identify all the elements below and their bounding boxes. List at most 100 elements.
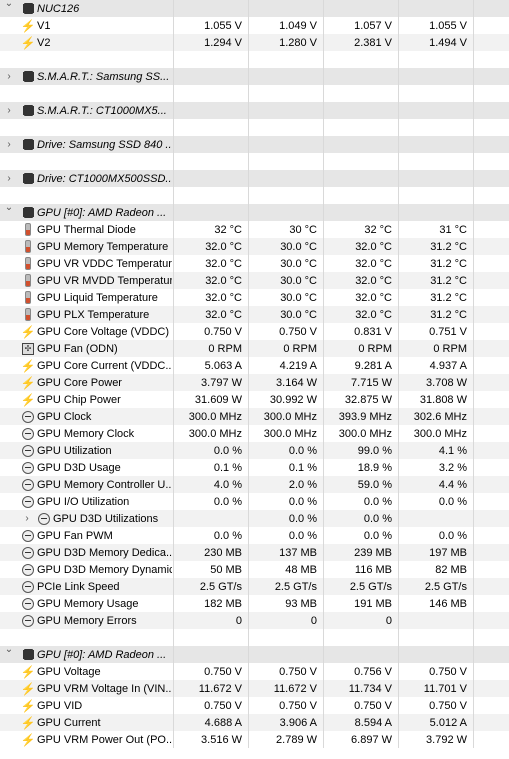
column-divider [398,51,399,68]
gauge-icon [22,529,34,542]
chevron-right-icon[interactable]: › [4,105,14,116]
column-divider [248,170,249,187]
column-divider [323,629,324,646]
sensor-row[interactable]: GPU Utilization 0.0 % 0.0 % 99.0 % 4.1 % [0,442,509,459]
sensor-row[interactable]: ⚡ V2 1.294 V 1.280 V 2.381 V 1.494 V [0,34,509,51]
sensor-name: GPU Voltage [37,665,101,678]
value-maximum: 9.281 A [354,359,392,372]
sensor-row[interactable]: GPU Memory Clock 300.0 MHz 300.0 MHz 300.0 … [0,425,509,442]
sensor-group-header[interactable]: › S.M.A.R.T.: Samsung SS... [0,68,509,85]
sensor-row[interactable]: ⚡ GPU Core Current (VDDC... 5.063 A 4.219 A… [0,357,509,374]
bolt-icon: ⚡ [20,698,36,713]
value-average: 146 MB [429,597,467,610]
sensor-row[interactable]: GPU Liquid Temperature 32.0 °C 30.0 °C 32.0… [0,289,509,306]
sensor-row[interactable]: GPU D3D Memory Dedica... 230 MB 137 MB 239 … [0,544,509,561]
value-current: 32.0 °C [205,240,242,253]
value-average: 197 MB [429,546,467,559]
column-divider [398,204,399,221]
value-average: 0.750 V [429,699,467,712]
sensor-row[interactable]: GPU Thermal Diode 32 °C 30 °C 32 °C 31 °C [0,221,509,238]
column-divider [473,289,474,306]
chevron-down-icon[interactable]: ⌄ [4,202,14,213]
column-divider [473,629,474,646]
value-minimum: 11.672 V [273,682,317,695]
chevron-right-icon[interactable]: › [4,173,14,184]
sensor-name: GPU Memory Controller U... [37,478,172,491]
sensor-row[interactable]: ⚡ GPU Chip Power 31.609 W 30.992 W 32.875 W 3… [0,391,509,408]
sensor-group-title: NUC126 [37,2,80,15]
thermometer-icon [22,257,34,270]
sensor-row[interactable]: ⚡ GPU Voltage 0.750 V 0.750 V 0.756 V 0.750 V [0,663,509,680]
value-current: 32.0 °C [205,257,242,270]
sensor-row[interactable]: ✣ GPU Fan (ODN) 0 RPM 0 RPM 0 RPM 0 RPM [0,340,509,357]
sensor-row[interactable]: GPU Memory Controller U... 4.0 % 2.0 % 59.0… [0,476,509,493]
sensor-row[interactable]: › GPU D3D Utilizations 0.0 % 0.0 % [0,510,509,527]
sensor-row[interactable]: GPU Memory Errors 0 0 0 [0,612,509,629]
value-average: 31.2 °C [430,274,467,287]
sensor-row[interactable]: GPU Clock 300.0 MHz 300.0 MHz 393.9 MHz 302.… [0,408,509,425]
column-divider [473,442,474,459]
value-average: 0.0 % [438,529,467,542]
sensor-row[interactable]: GPU D3D Usage 0.1 % 0.1 % 18.9 % 3.2 % [0,459,509,476]
sensor-row[interactable]: GPU Memory Temperature 32.0 °C 30.0 °C 32.0… [0,238,509,255]
value-maximum: 11.734 V [348,682,392,695]
sensor-name: GPU Current [37,716,101,729]
sensor-row[interactable]: GPU Memory Usage 182 MB 93 MB 191 MB 146 MB [0,595,509,612]
sensor-row[interactable]: PCIe Link Speed 2.5 GT/s 2.5 GT/s 2.5 GT/s 2… [0,578,509,595]
value-average: 3.792 W [426,733,467,746]
chevron-down-icon[interactable]: ⌄ [4,0,14,9]
column-divider [473,476,474,493]
column-divider [473,17,474,34]
chevron-down-icon[interactable]: ⌄ [4,644,14,655]
sensor-row[interactable]: ⚡ GPU VID 0.750 V 0.750 V 0.750 V 0.750 V [0,697,509,714]
sensor-row[interactable]: GPU D3D Memory Dynamic 50 MB 48 MB 116 MB 82… [0,561,509,578]
column-divider [473,493,474,510]
value-maximum: 32.0 °C [355,274,392,287]
sensor-tree: ⌄ NUC126 ⚡ V1 1.055 V 1.049 V 1.057 V 1.055 V ⚡ V… [0,0,509,748]
column-divider [473,187,474,204]
chevron-right-icon[interactable]: › [4,71,14,82]
value-average: 300.0 MHz [413,427,467,440]
chevron-right-icon[interactable]: › [22,513,32,524]
bolt-icon: ⚡ [20,732,36,747]
sensor-row[interactable]: ⚡ GPU VRM Voltage In (VIN... 11.672 V 11.67… [0,680,509,697]
value-maximum: 99.0 % [357,444,392,457]
fan-icon: ✣ [22,342,34,355]
column-divider [473,663,474,680]
column-divider [473,170,474,187]
value-current: 2.5 GT/s [199,580,242,593]
column-divider [473,221,474,238]
value-average: 4.4 % [438,478,467,491]
value-minimum: 0.1 % [288,461,317,474]
column-divider [398,510,399,527]
column-divider [173,102,174,119]
value-average: 5.012 A [429,716,467,729]
sensor-group-header[interactable]: ⌄ GPU [#0]: AMD Radeon ... [0,202,509,221]
column-divider [173,153,174,170]
sensor-row[interactable]: GPU I/O Utilization 0.0 % 0.0 % 0.0 % 0.0 % [0,493,509,510]
column-divider [173,204,174,221]
value-current: 0.750 V [204,699,242,712]
sensor-group-header[interactable]: › S.M.A.R.T.: CT1000MX5... [0,102,509,119]
sensor-row[interactable]: GPU PLX Temperature 32.0 °C 30.0 °C 32.0 °C… [0,306,509,323]
sensor-row[interactable]: ⚡ V1 1.055 V 1.049 V 1.057 V 1.055 V [0,17,509,34]
sensor-name: GPU Memory Clock [37,427,135,440]
sensor-group-header[interactable]: ⌄ GPU [#0]: AMD Radeon ... [0,644,509,663]
column-divider [248,102,249,119]
sensor-name: GPU D3D Usage [37,461,121,474]
sensor-row[interactable]: GPU VR VDDC Temperature 32.0 °C 30.0 °C 32.… [0,255,509,272]
sensor-group-header[interactable]: ⌄ NUC126 [0,0,509,17]
sensor-group-header[interactable]: › Drive: Samsung SSD 840 ... [0,136,509,153]
sensor-row[interactable]: ⚡ GPU VRM Power Out (PO... 3.516 W 2.789 W 6… [0,731,509,748]
column-divider [398,0,399,17]
sensor-row[interactable]: GPU Fan PWM 0.0 % 0.0 % 0.0 % 0.0 % [0,527,509,544]
sensor-row[interactable]: ⚡ GPU Core Voltage (VDDC) 0.750 V 0.750 V 0.… [0,323,509,340]
chevron-right-icon[interactable]: › [4,139,14,150]
column-divider [473,646,474,663]
column-divider [473,204,474,221]
sensor-group-header[interactable]: › Drive: CT1000MX500SSD... [0,170,509,187]
sensor-row[interactable]: ⚡ GPU Current 4.688 A 3.906 A 8.594 A 5.012 A [0,714,509,731]
sensor-row[interactable]: ⚡ GPU Core Power 3.797 W 3.164 W 7.715 W 3.70… [0,374,509,391]
column-divider [173,170,174,187]
sensor-row[interactable]: GPU VR MVDD Temperature 32.0 °C 30.0 °C 32.… [0,272,509,289]
